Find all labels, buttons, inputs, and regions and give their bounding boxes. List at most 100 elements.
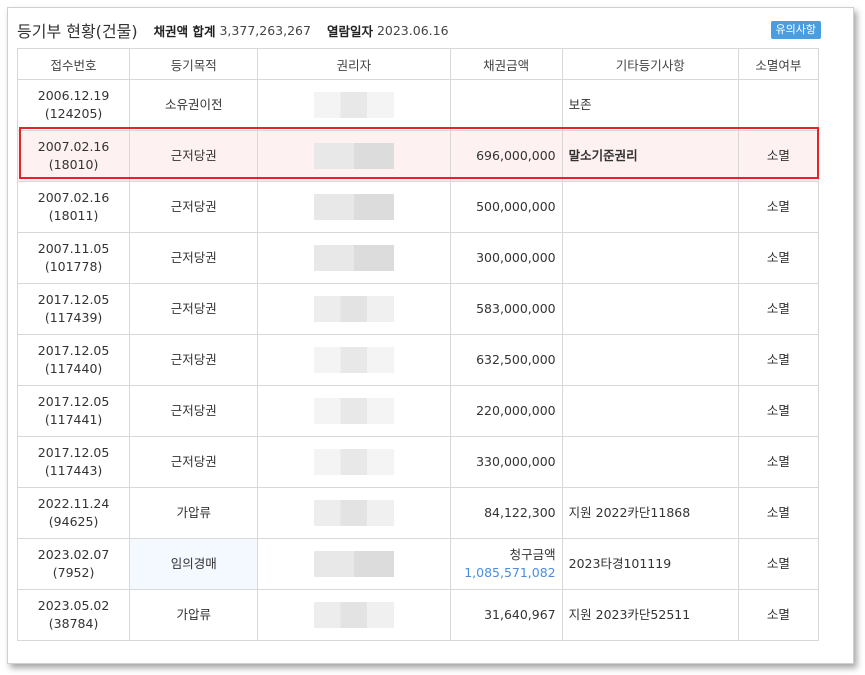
table-row: 2023.05.02 (38784) 가압류 31,640,967 지원 2023카단5… (16, 589, 820, 641)
other-cell (561, 385, 739, 437)
purpose-cell: 근저당권 (129, 130, 259, 182)
col-header-receipt-no: 접수번호 (16, 48, 131, 80)
notice-button[interactable]: 유의사항 (770, 21, 821, 39)
receipt-number: (124205) (44, 106, 103, 121)
col-header-status: 소멸여부 (737, 48, 820, 80)
status-cell: 소멸 (737, 181, 820, 233)
receipt-date: 2017.12.05 (37, 343, 110, 358)
col-header-holder: 권리자 (257, 48, 451, 80)
table-row: 2006.12.19 (124205) 소유권이전 보존 (16, 79, 820, 131)
table-row: 2017.12.05 (117441) 근저당권 220,000,000 소멸 (16, 385, 820, 437)
holder-cell (257, 130, 451, 182)
receipt-number: (117443) (44, 463, 103, 478)
amount-value: 330,000,000 (476, 454, 556, 469)
purpose-cell: 근저당권 (129, 181, 259, 233)
receipt-date: 2017.12.05 (37, 394, 110, 409)
holder-redacted (313, 500, 394, 526)
receipt-cell: 2022.11.24 (94625) (16, 487, 131, 539)
receipt-cell: 2007.02.16 (18011) (16, 181, 131, 233)
other-cell (561, 283, 739, 335)
purpose-cell: 근저당권 (129, 385, 259, 437)
status-cell: 소멸 (737, 487, 820, 539)
receipt-number: (18010) (48, 157, 99, 172)
holder-cell (257, 334, 451, 386)
other-cell: 보존 (561, 79, 739, 131)
amount-value: 300,000,000 (476, 250, 556, 265)
table-row: 2007.11.05 (101778) 근저당권 300,000,000 소멸 (16, 232, 820, 284)
receipt-date: 2017.12.05 (37, 445, 110, 460)
holder-redacted (313, 449, 394, 475)
table-header-row: 접수번호 등기목적 권리자 채권금액 기타등기사항 소멸여부 (16, 48, 820, 80)
table-row: 2022.11.24 (94625) 가압류 84,122,300 지원 2022카단1… (16, 487, 820, 539)
col-header-amount: 채권금액 (449, 48, 563, 80)
amount-cell: 330,000,000 (449, 436, 563, 488)
table-row: 2023.02.07 (7952) 임의경매 청구금액 1,085,571,082 202… (16, 538, 820, 590)
amount-value: 84,122,300 (484, 505, 556, 520)
other-cell: 말소기준권리 (561, 130, 739, 182)
receipt-cell: 2017.12.05 (117441) (16, 385, 131, 437)
amount-cell: 500,000,000 (449, 181, 563, 233)
holder-cell (257, 232, 451, 284)
receipt-number: (117439) (44, 310, 103, 325)
amount-value: 220,000,000 (476, 403, 556, 418)
receipt-cell: 2017.12.05 (117439) (16, 283, 131, 335)
purpose-cell: 근저당권 (129, 232, 259, 284)
receipt-date: 2017.12.05 (37, 292, 110, 307)
holder-redacted (313, 347, 394, 373)
receipt-date: 2023.05.02 (37, 598, 110, 613)
table-row: 2007.02.16 (18010) 근저당권 696,000,000 말소기준권리 소멸 (16, 130, 820, 182)
page-title: 등기부 현황(건물) (17, 22, 138, 41)
status-cell: 소멸 (737, 232, 820, 284)
table-row: 2007.02.16 (18011) 근저당권 500,000,000 소멸 (16, 181, 820, 233)
amount-cell: 632,500,000 (449, 334, 563, 386)
status-cell: 소멸 (737, 334, 820, 386)
receipt-number: (18011) (48, 208, 99, 223)
registry-table: 접수번호 등기목적 권리자 채권금액 기타등기사항 소멸여부 2006.12.1… (16, 48, 820, 641)
holder-redacted (313, 551, 394, 577)
other-cell (561, 334, 739, 386)
holder-redacted (313, 398, 394, 424)
purpose-cell: 소유권이전 (129, 79, 259, 131)
holder-cell (257, 385, 451, 437)
claim-total-value: 3,377,263,267 (219, 22, 311, 38)
receipt-cell: 2023.05.02 (38784) (16, 589, 131, 641)
receipt-cell: 2017.12.05 (117443) (16, 436, 131, 488)
amount-cell: 300,000,000 (449, 232, 563, 284)
holder-redacted (313, 143, 394, 169)
receipt-cell: 2007.02.16 (18010) (16, 130, 131, 182)
col-header-purpose: 등기목적 (129, 48, 259, 80)
receipt-cell: 2017.12.05 (117440) (16, 334, 131, 386)
status-cell: 소멸 (737, 385, 820, 437)
other-cell (561, 232, 739, 284)
purpose-cell: 근저당권 (129, 334, 259, 386)
status-cell: 소멸 (737, 283, 820, 335)
other-cell: 지원 2023카단52511 (561, 589, 739, 641)
receipt-date: 2022.11.24 (37, 496, 110, 511)
view-date-label: 열람일자 (326, 23, 373, 39)
holder-cell (257, 79, 451, 131)
view-date-value: 2023.06.16 (376, 22, 449, 38)
receipt-date: 2007.11.05 (37, 241, 110, 256)
receipt-date: 2006.12.19 (37, 88, 110, 103)
claim-total-label: 채권액 합계 (153, 23, 216, 39)
other-cell (561, 181, 739, 233)
receipt-cell: 2006.12.19 (124205) (16, 79, 131, 131)
amount-cell (449, 79, 563, 131)
receipt-number: (117441) (44, 412, 103, 427)
status-cell (737, 79, 820, 131)
holder-redacted (313, 296, 394, 322)
amount-value: 696,000,000 (476, 148, 556, 163)
other-cell: 지원 2022카단11868 (561, 487, 739, 539)
other-cell: 2023타경101119 (561, 538, 739, 590)
amount-value: 500,000,000 (476, 199, 556, 214)
receipt-date: 2007.02.16 (37, 190, 110, 205)
other-cell (561, 436, 739, 488)
receipt-number: (38784) (48, 616, 99, 631)
holder-cell (257, 538, 451, 590)
holder-cell (257, 283, 451, 335)
receipt-number: (101778) (44, 259, 103, 274)
amount-cell: 31,640,967 (449, 589, 563, 641)
amount-value: 31,640,967 (484, 607, 556, 622)
purpose-cell: 가압류 (129, 589, 259, 641)
amount-cell: 청구금액 1,085,571,082 (449, 538, 563, 590)
